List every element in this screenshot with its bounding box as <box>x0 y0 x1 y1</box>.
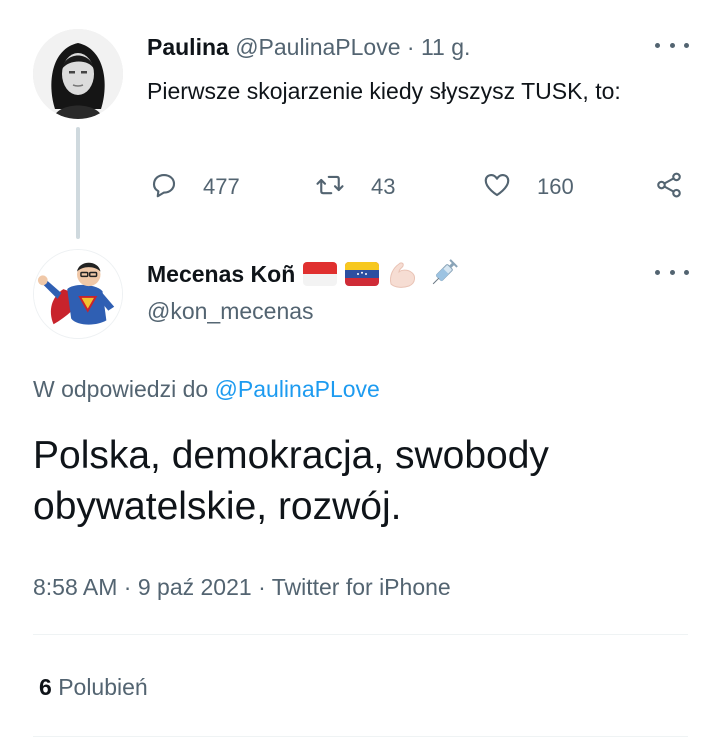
main-tweet-text: Polska, demokracja, swobody obywatelskie… <box>33 434 549 528</box>
tweet-date[interactable]: 9 paź 2021 <box>138 574 252 600</box>
tweet-metadata: 8:58 AM · 9 paź 2021 · Twitter for iPhon… <box>33 571 451 603</box>
retweet-button[interactable]: 43 <box>315 170 395 204</box>
likes-label: Polubień <box>58 674 148 700</box>
parent-time-ago[interactable]: 11 g. <box>421 34 470 60</box>
parent-tweet-text: Pierwsze skojarzenie kiedy słyszysz TUSK… <box>147 78 621 104</box>
likes-summary[interactable]: 6 Polubień <box>39 672 148 702</box>
like-button[interactable]: 160 <box>482 170 574 204</box>
flag-venezuela-icon <box>345 262 380 286</box>
retweet-count: 43 <box>371 174 396 199</box>
flexed-biceps-icon <box>387 258 419 290</box>
parent-tweet-header: Paulina @PaulinaPLove · 11 g. <box>147 32 470 62</box>
reply-count: 477 <box>203 174 240 199</box>
main-more-icon[interactable] <box>655 266 689 278</box>
main-author-name[interactable]: Mecenas Koñ <box>147 259 295 289</box>
share-button[interactable] <box>654 170 684 204</box>
meta-separator-1: · <box>123 574 132 600</box>
reply-to-handle-link[interactable]: @PaulinaPLove <box>215 376 380 402</box>
reply-prefix: W odpowiedzi do <box>33 376 209 402</box>
parent-author-name[interactable]: Paulina <box>147 34 229 60</box>
tweet-source[interactable]: Twitter for iPhone <box>272 574 451 600</box>
retweet-icon <box>315 170 345 205</box>
thread-connector-line <box>76 127 80 239</box>
paulina-avatar[interactable] <box>33 29 123 119</box>
parent-more-icon[interactable] <box>655 39 689 51</box>
likes-count: 6 <box>39 674 52 700</box>
divider <box>33 634 688 635</box>
like-count: 160 <box>537 174 574 199</box>
share-icon <box>654 170 684 205</box>
superman-avatar-illustration <box>34 250 122 338</box>
flag-indonesia-icon <box>303 262 338 286</box>
reply-context: W odpowiedzi do @PaulinaPLove <box>33 373 380 405</box>
divider-bottom <box>33 736 688 737</box>
syringe-icon <box>427 258 459 290</box>
reply-button[interactable]: 477 <box>149 170 240 204</box>
kon-mecenas-avatar[interactable] <box>33 249 123 339</box>
reply-icon <box>149 170 179 205</box>
paulina-avatar-photo <box>33 29 123 119</box>
main-author-name-row: Mecenas Koñ <box>147 258 459 290</box>
tweet-time[interactable]: 8:58 AM <box>33 574 117 600</box>
parent-author-handle[interactable]: @PaulinaPLove <box>235 34 400 60</box>
meta-separator-2: · <box>258 574 266 600</box>
heart-icon <box>482 170 512 205</box>
main-author-handle[interactable]: @kon_mecenas <box>147 296 314 326</box>
parent-header-separator: · <box>406 34 415 60</box>
